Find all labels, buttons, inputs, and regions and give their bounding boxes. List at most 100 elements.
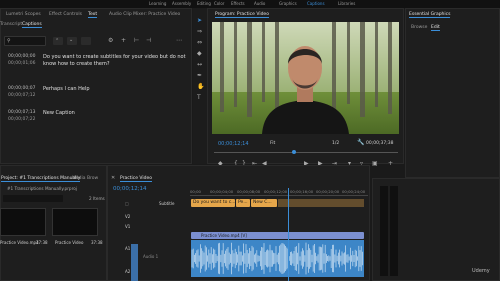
caption-tc-out: 00;00;01;06: [8, 61, 36, 66]
caption-tc-in: 00;00;00;07: [8, 86, 36, 91]
camera-icon[interactable]: ▣: [372, 161, 378, 167]
close-icon[interactable]: ✕: [111, 175, 115, 181]
v1-track-header: V1: [113, 223, 188, 231]
ruler-label: 00;00;04;00: [210, 189, 234, 194]
project-thumbnail[interactable]: [52, 208, 98, 236]
a2-track-header: A2: [113, 268, 188, 276]
add-button-icon[interactable]: +: [388, 161, 393, 167]
audio-meter-left: [380, 186, 388, 276]
subtab-captions[interactable]: Captions: [22, 22, 42, 28]
quality-dropdown[interactable]: 1/2: [332, 141, 339, 146]
project-item-name: Practice Video.mp4: [0, 240, 39, 245]
caption-segment[interactable]: New C...: [251, 199, 277, 207]
track-label[interactable]: A2: [125, 269, 130, 274]
chevron-down-icon: ⌄: [69, 37, 74, 43]
ruler-label: 00;00;16;00: [290, 189, 314, 194]
program-timecode[interactable]: 00;00;12;14: [218, 141, 249, 147]
ruler-label: 00;00;08;00: [237, 189, 261, 194]
audio-track-name: Audio 1: [143, 254, 159, 259]
workspace-tab-editing[interactable]: Editing: [197, 1, 211, 6]
timeline-ruler[interactable]: 00;00 00;00;04;00 00;00;08;00 00;00;12;0…: [190, 188, 368, 196]
caption-tc-out: 00;00;07;12: [8, 93, 36, 98]
project-item-duration: 37:38: [36, 240, 48, 245]
settings-icon[interactable]: ⚙: [108, 38, 113, 44]
merge-caption-icon[interactable]: ⊣: [146, 38, 151, 44]
essential-graphics-panel: [405, 8, 500, 178]
split-caption-icon[interactable]: ⊢: [134, 38, 139, 44]
video-clip-label: Practice Video.mp4 [V]: [201, 233, 247, 238]
program-monitor-title: Program: Practice Video: [215, 12, 269, 18]
project-item-count: 2 Items: [89, 196, 105, 201]
next-result-button[interactable]: ⌄: [67, 37, 77, 45]
caption-text[interactable]: Perhaps I can Help: [43, 86, 90, 92]
caption-segment[interactable]: Do you want to c...: [191, 199, 235, 207]
ruler-label: 00;00;12;00: [264, 189, 288, 194]
ruler-label: 00;00;20;00: [316, 189, 340, 194]
workspace-tab-captions[interactable]: Captions: [307, 1, 325, 6]
sequence-tab[interactable]: Practice Video: [120, 176, 153, 182]
caption-tc-in: 00;00;00;00: [8, 54, 36, 59]
track-label[interactable]: V1: [125, 224, 130, 229]
caption-track-extension: [278, 199, 364, 207]
panel-tab-audio-mixer[interactable]: Audio Clip Mixer: Practice Video: [109, 12, 180, 17]
workspace-tab-learning[interactable]: Learning: [149, 1, 166, 6]
workspace-tab-assembly[interactable]: Assembly: [172, 1, 191, 6]
hand-tool-icon[interactable]: ✋: [197, 84, 204, 90]
project-search[interactable]: [3, 195, 63, 202]
search-icon: ⚲: [7, 38, 11, 44]
video-frame[interactable]: [212, 22, 399, 134]
track-label[interactable]: V2: [125, 214, 130, 219]
panel-tab-lumetri[interactable]: Lumetri Scopes: [6, 12, 41, 17]
panel-tab-effect-controls[interactable]: Effect Controls: [49, 12, 82, 17]
caption-text[interactable]: New Caption: [43, 110, 75, 116]
timeline-timecode[interactable]: 00;00;12;14: [113, 186, 147, 192]
track-select-icon[interactable]: ⇒: [197, 29, 202, 35]
workspace-tab-graphics[interactable]: Graphics: [279, 1, 297, 6]
video-clip[interactable]: Practice Video.mp4 [V]: [191, 232, 364, 239]
tab-browse[interactable]: Browse: [411, 25, 427, 30]
program-duration: 00;00;37;38: [366, 141, 394, 146]
workspace-tab-audio[interactable]: Audio: [254, 1, 265, 6]
program-playhead[interactable]: [292, 150, 296, 154]
media-browser-tab[interactable]: Media Brow: [72, 176, 98, 181]
wrench-icon[interactable]: 🔧: [357, 140, 364, 146]
caption-segment[interactable]: Pe...: [236, 199, 250, 207]
slip-tool-icon[interactable]: ↔: [197, 62, 202, 68]
ruler-label: 00;00;24;00: [342, 189, 366, 194]
razor-tool-icon[interactable]: ◆: [197, 51, 202, 57]
essential-graphics-title: Essential Graphics: [409, 12, 451, 18]
track-label[interactable]: A1: [125, 246, 130, 251]
workspace-bar: Learning Assembly Editing Color Effects Audio…: [0, 0, 500, 8]
replace-button[interactable]: [81, 37, 91, 45]
audio-meter-right: [390, 186, 398, 276]
caption-text[interactable]: Do you want to create subtitles for your…: [43, 54, 188, 68]
prev-result-button[interactable]: ⌃: [53, 37, 63, 45]
subtab-transcript[interactable]: Transcript: [0, 22, 22, 27]
ripple-edit-icon[interactable]: ⇔: [197, 40, 202, 46]
tab-edit[interactable]: Edit: [431, 25, 440, 31]
subtitle-track-label: Subtitle: [159, 201, 175, 206]
project-item-duration: 37:38: [91, 240, 103, 245]
project-file-name: #1 Transcriptions Manually.prproj: [7, 186, 77, 191]
pen-tool-icon[interactable]: ✒: [197, 73, 202, 79]
fit-dropdown[interactable]: Fit: [270, 141, 275, 146]
panel-tab-text[interactable]: Text: [88, 12, 98, 18]
watermark: Udemy: [472, 268, 490, 274]
search-input[interactable]: ⚲: [4, 36, 46, 46]
selection-tool-icon[interactable]: ➤: [197, 18, 202, 24]
caption-tc-out: 00;00;07;22: [8, 117, 36, 122]
timeline-playhead[interactable]: [288, 188, 289, 281]
workspace-tab-libraries[interactable]: Libraries: [338, 1, 355, 6]
type-tool-icon[interactable]: T: [197, 95, 201, 101]
workspace-tab-effects[interactable]: Effects: [231, 1, 245, 6]
project-thumbnail[interactable]: [0, 208, 46, 236]
add-caption-icon[interactable]: +: [121, 38, 126, 44]
v2-track-header: V2: [113, 213, 188, 221]
tools-panel: ➤ ⇒ ⇔ ◆ ↔ ✒ ✋ T: [193, 8, 207, 164]
track-lock-icon[interactable]: □: [125, 201, 129, 206]
audio-clip-waveform[interactable]: [191, 240, 364, 277]
program-scrub-bar[interactable]: [214, 152, 398, 153]
workspace-tab-color[interactable]: Color: [214, 1, 224, 6]
project-title: Project: #1 Transcriptions Manually: [1, 176, 81, 182]
more-menu-icon[interactable]: ⋯: [176, 38, 182, 44]
